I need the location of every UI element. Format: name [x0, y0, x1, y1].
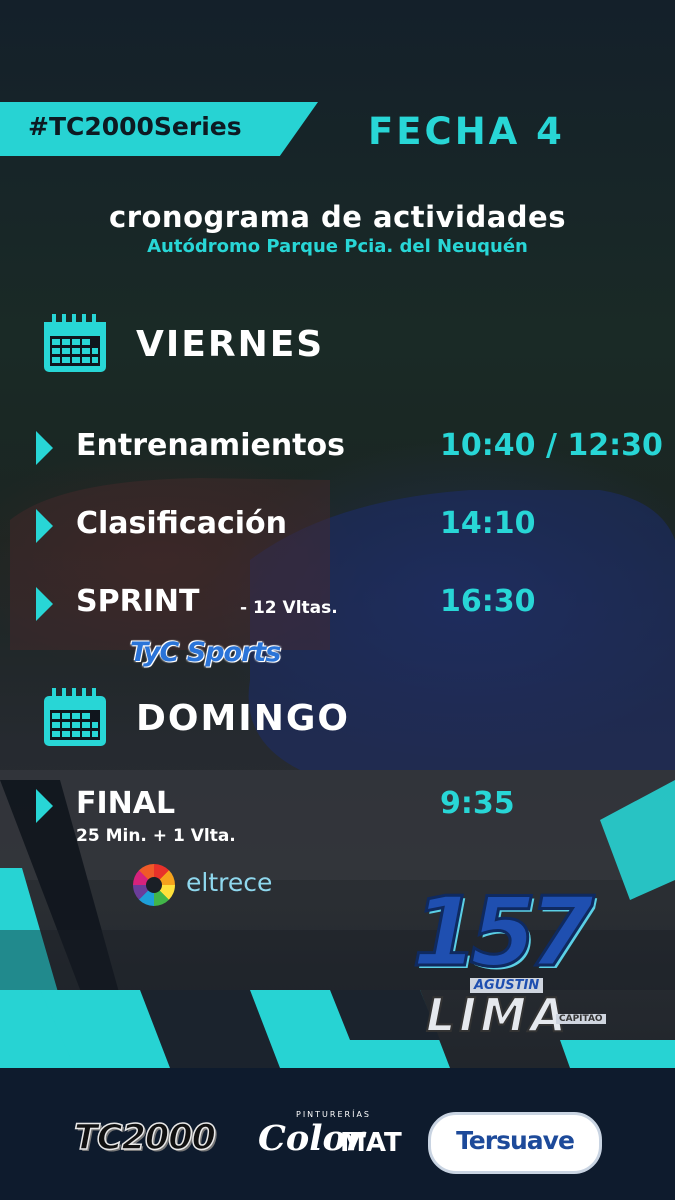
tersuave-text: Tersuave	[456, 1126, 575, 1155]
fecha-label: FECHA 4	[368, 110, 565, 153]
play-arrow-icon	[36, 587, 53, 621]
final-detail: 25 Min. + 1 Vlta.	[76, 826, 236, 846]
venue-subtitle: Autódromo Parque Pcia. del Neuquén	[147, 236, 528, 257]
hashtag-banner: #TC2000Series	[0, 102, 318, 156]
event-clasificacion: Clasificación	[76, 506, 287, 541]
tersuave-logo: Tersuave	[428, 1112, 602, 1174]
play-arrow-icon	[36, 509, 53, 543]
driver-number: 157	[410, 877, 595, 990]
play-arrow-icon	[36, 789, 53, 823]
tyc-sports-logo: TyC Sports	[130, 637, 281, 668]
day-viernes: VIERNES	[136, 324, 325, 365]
tc2000-logo: TC2000	[73, 1117, 216, 1159]
play-arrow-icon	[36, 431, 53, 465]
hashtag-text: #TC2000Series	[28, 112, 242, 141]
time-clasificacion: 14:10	[440, 506, 536, 541]
day-domingo: DOMINGO	[136, 698, 350, 739]
calendar-icon	[44, 314, 106, 372]
poster: #TC2000Series FECHA 4 cronograma de acti…	[0, 0, 675, 1200]
sprint-detail: - 12 Vltas.	[240, 598, 338, 618]
schedule-title: cronograma de actividades	[109, 200, 566, 234]
event-final: FINAL	[76, 786, 176, 821]
event-sprint: SPRINT	[76, 584, 200, 619]
calendar-icon	[44, 688, 106, 746]
driver-tag: CAPITÃO	[556, 1014, 606, 1024]
eltrece-logo: eltrece	[186, 868, 273, 897]
time-final: 9:35	[440, 786, 515, 821]
driver-first-name: AGUSTIN	[470, 978, 544, 993]
time-entrenamientos: 10:40 / 12:30	[440, 428, 663, 463]
eltrece-sun-icon	[133, 864, 175, 906]
time-sprint: 16:30	[440, 584, 536, 619]
colormat-mat-text: MAT	[340, 1128, 402, 1158]
event-entrenamientos: Entrenamientos	[76, 428, 345, 463]
driver-last-name: LIMA	[425, 987, 570, 1043]
